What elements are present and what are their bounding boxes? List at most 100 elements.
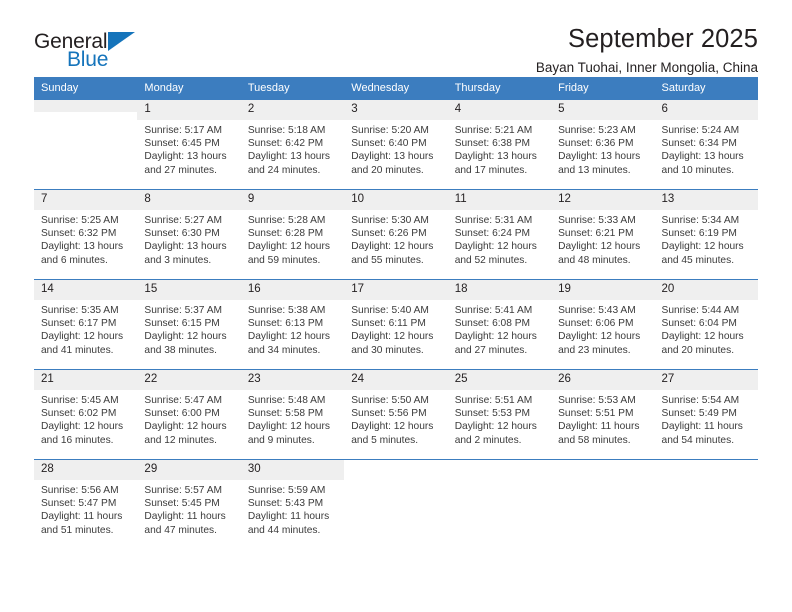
calendar-day-cell[interactable]: 10 Sunrise: 5:30 AM Sunset: 6:26 PM Dayligh… bbox=[344, 189, 448, 280]
daylight-text: Daylight: 11 hours bbox=[41, 511, 123, 523]
daylight-text: and 20 minutes. bbox=[661, 344, 735, 356]
day-number bbox=[551, 460, 655, 472]
daylight-text: and 41 minutes. bbox=[41, 344, 114, 356]
calendar-week-row: 14 Sunrise: 5:35 AM Sunset: 6:17 PM Dayligh… bbox=[34, 279, 758, 370]
daylight-text: and 3 minutes. bbox=[144, 254, 212, 266]
sunrise-text: Sunrise: 5:51 AM bbox=[454, 394, 533, 406]
calendar-day-cell[interactable]: 23 Sunrise: 5:48 AM Sunset: 5:58 PM Dayligh… bbox=[240, 369, 345, 460]
day-sun-info: Sunrise: 5:56 AM Sunset: 5:47 PM Daylight:… bbox=[34, 480, 137, 538]
day-number: 10 bbox=[344, 190, 448, 210]
day-sun-info: Sunrise: 5:50 AM Sunset: 5:56 PM Daylight:… bbox=[344, 390, 447, 448]
daylight-text: Daylight: 13 hours bbox=[247, 151, 330, 163]
calendar-day-cell[interactable]: 24 Sunrise: 5:50 AM Sunset: 5:56 PM Dayligh… bbox=[344, 369, 448, 460]
sunset-text: Sunset: 6:04 PM bbox=[661, 318, 737, 330]
day-sun-info: Sunrise: 5:41 AM Sunset: 6:08 PM Daylight:… bbox=[448, 300, 551, 358]
day-sun-info: Sunrise: 5:20 AM Sunset: 6:40 PM Daylight:… bbox=[344, 120, 447, 178]
calendar-day-cell[interactable]: 2 Sunrise: 5:18 AM Sunset: 6:42 PM Daylight… bbox=[240, 99, 345, 190]
calendar-day-cell[interactable]: 6 Sunrise: 5:24 AM Sunset: 6:34 PM Daylight… bbox=[654, 99, 758, 190]
day-number: 26 bbox=[551, 370, 655, 390]
weekday-header-monday: Monday bbox=[137, 77, 241, 100]
daylight-text: Daylight: 11 hours bbox=[661, 421, 743, 433]
weekday-header-tuesday: Tuesday bbox=[240, 77, 345, 100]
daylight-text: and 55 minutes. bbox=[351, 254, 424, 266]
calendar-day-cell[interactable]: 8 Sunrise: 5:27 AM Sunset: 6:30 PM Daylight… bbox=[137, 189, 241, 280]
calendar-day-cell[interactable]: 5 Sunrise: 5:23 AM Sunset: 6:36 PM Daylight… bbox=[551, 99, 655, 190]
calendar-day-cell[interactable]: 1 Sunrise: 5:17 AM Sunset: 6:45 PM Daylight… bbox=[137, 99, 241, 190]
calendar-day-cell[interactable]: 15 Sunrise: 5:37 AM Sunset: 6:15 PM Dayligh… bbox=[137, 279, 241, 370]
calendar-day-cell[interactable]: 12 Sunrise: 5:33 AM Sunset: 6:21 PM Dayligh… bbox=[551, 189, 655, 280]
sunset-text: Sunset: 6:42 PM bbox=[247, 138, 324, 150]
sunrise-text: Sunrise: 5:23 AM bbox=[558, 124, 636, 136]
day-cell-inner: 15 Sunrise: 5:37 AM Sunset: 6:15 PM Dayligh… bbox=[137, 280, 241, 369]
daylight-text: Daylight: 12 hours bbox=[247, 241, 330, 253]
calendar-day-cell[interactable]: 11 Sunrise: 5:31 AM Sunset: 6:24 PM Dayligh… bbox=[447, 189, 552, 280]
calendar-day-cell[interactable]: 17 Sunrise: 5:40 AM Sunset: 6:11 PM Dayligh… bbox=[344, 279, 448, 370]
day-sun-info: Sunrise: 5:40 AM Sunset: 6:11 PM Daylight:… bbox=[344, 300, 447, 358]
day-cell-inner: 17 Sunrise: 5:40 AM Sunset: 6:11 PM Dayligh… bbox=[344, 280, 448, 369]
daylight-text: Daylight: 12 hours bbox=[41, 421, 124, 433]
day-sun-info: Sunrise: 5:33 AM Sunset: 6:21 PM Daylight:… bbox=[551, 210, 654, 268]
day-cell-inner: 25 Sunrise: 5:51 AM Sunset: 5:53 PM Dayligh… bbox=[447, 370, 552, 459]
day-number: 6 bbox=[654, 100, 758, 120]
day-sun-info: Sunrise: 5:17 AM Sunset: 6:45 PM Daylight:… bbox=[137, 120, 240, 178]
calendar-day-cell[interactable]: 18 Sunrise: 5:41 AM Sunset: 6:08 PM Dayligh… bbox=[447, 279, 552, 370]
calendar-day-cell[interactable]: 3 Sunrise: 5:20 AM Sunset: 6:40 PM Daylight… bbox=[344, 99, 448, 190]
daylight-text: and 6 minutes. bbox=[41, 254, 108, 266]
day-number: 27 bbox=[654, 370, 758, 390]
sunrise-text: Sunrise: 5:57 AM bbox=[144, 484, 223, 496]
daylight-text: Daylight: 12 hours bbox=[247, 331, 330, 343]
calendar-day-cell[interactable]: 16 Sunrise: 5:38 AM Sunset: 6:13 PM Dayligh… bbox=[240, 279, 345, 370]
day-number bbox=[654, 460, 758, 472]
calendar-day-cell[interactable]: 20 Sunrise: 5:44 AM Sunset: 6:04 PM Dayligh… bbox=[654, 279, 758, 370]
sunset-text: Sunset: 6:21 PM bbox=[558, 228, 634, 240]
sunset-text: Sunset: 6:00 PM bbox=[144, 408, 220, 420]
day-cell-inner: 6 Sunrise: 5:24 AM Sunset: 6:34 PM Daylight… bbox=[654, 100, 758, 189]
calendar-day-cell[interactable]: 27 Sunrise: 5:54 AM Sunset: 5:49 PM Dayligh… bbox=[654, 369, 758, 460]
calendar-day-cell[interactable]: 29 Sunrise: 5:57 AM Sunset: 5:45 PM Dayligh… bbox=[137, 459, 241, 549]
day-cell-inner: 2 Sunrise: 5:18 AM Sunset: 6:42 PM Daylight… bbox=[240, 100, 345, 189]
day-sun-info: Sunrise: 5:24 AM Sunset: 6:34 PM Daylight:… bbox=[655, 120, 758, 178]
calendar-day-cell[interactable]: 13 Sunrise: 5:34 AM Sunset: 6:19 PM Dayligh… bbox=[654, 189, 758, 280]
day-sun-info: Sunrise: 5:27 AM Sunset: 6:30 PM Daylight:… bbox=[137, 210, 240, 268]
day-sun-info: Sunrise: 5:47 AM Sunset: 6:00 PM Daylight:… bbox=[137, 390, 240, 448]
calendar-day-cell[interactable]: 14 Sunrise: 5:35 AM Sunset: 6:17 PM Dayligh… bbox=[34, 279, 138, 370]
general-blue-logo[interactable]: General Blue bbox=[34, 26, 154, 80]
daylight-text: Daylight: 13 hours bbox=[454, 151, 537, 163]
calendar-day-cell[interactable]: 30 Sunrise: 5:59 AM Sunset: 5:43 PM Dayligh… bbox=[240, 459, 345, 549]
day-cell-inner: 24 Sunrise: 5:50 AM Sunset: 5:56 PM Dayligh… bbox=[344, 370, 448, 459]
calendar-day-cell[interactable]: 7 Sunrise: 5:25 AM Sunset: 6:32 PM Daylight… bbox=[34, 189, 138, 280]
calendar-day-cell[interactable]: 26 Sunrise: 5:53 AM Sunset: 5:51 PM Dayligh… bbox=[551, 369, 655, 460]
triangle-icon bbox=[108, 32, 135, 51]
day-cell-inner: 21 Sunrise: 5:45 AM Sunset: 6:02 PM Dayligh… bbox=[34, 370, 138, 459]
calendar-day-cell[interactable]: 25 Sunrise: 5:51 AM Sunset: 5:53 PM Dayligh… bbox=[447, 369, 552, 460]
sunset-text: Sunset: 6:40 PM bbox=[351, 138, 427, 150]
day-cell-inner: 13 Sunrise: 5:34 AM Sunset: 6:19 PM Dayligh… bbox=[654, 190, 758, 279]
day-cell-inner: 22 Sunrise: 5:47 AM Sunset: 6:00 PM Dayligh… bbox=[137, 370, 241, 459]
sunset-text: Sunset: 6:08 PM bbox=[454, 318, 531, 330]
day-number bbox=[447, 460, 552, 472]
daylight-text: Daylight: 12 hours bbox=[351, 331, 434, 343]
daylight-text: Daylight: 12 hours bbox=[558, 331, 641, 343]
daylight-text: Daylight: 13 hours bbox=[351, 151, 434, 163]
day-number: 16 bbox=[240, 280, 345, 300]
sunset-text: Sunset: 6:26 PM bbox=[351, 228, 427, 240]
sunset-text: Sunset: 5:49 PM bbox=[661, 408, 737, 420]
day-number: 3 bbox=[344, 100, 448, 120]
calendar-day-cell[interactable]: 22 Sunrise: 5:47 AM Sunset: 6:00 PM Dayligh… bbox=[137, 369, 241, 460]
daylight-text: Daylight: 12 hours bbox=[661, 331, 744, 343]
calendar-day-cell[interactable]: 19 Sunrise: 5:43 AM Sunset: 6:06 PM Dayligh… bbox=[551, 279, 655, 370]
day-sun-info: Sunrise: 5:21 AM Sunset: 6:38 PM Daylight:… bbox=[448, 120, 551, 178]
day-cell-inner: 26 Sunrise: 5:53 AM Sunset: 5:51 PM Dayligh… bbox=[551, 370, 655, 459]
calendar-day-cell[interactable]: 9 Sunrise: 5:28 AM Sunset: 6:28 PM Daylight… bbox=[240, 189, 345, 280]
calendar-day-cell[interactable]: 28 Sunrise: 5:56 AM Sunset: 5:47 PM Dayligh… bbox=[34, 459, 138, 549]
logo-text-blue: Blue bbox=[67, 48, 109, 71]
page-title: September 2025 bbox=[568, 25, 758, 53]
day-cell-inner: 20 Sunrise: 5:44 AM Sunset: 6:04 PM Dayligh… bbox=[654, 280, 758, 369]
sunrise-text: Sunrise: 5:43 AM bbox=[558, 304, 636, 316]
calendar-day-cell[interactable]: 21 Sunrise: 5:45 AM Sunset: 6:02 PM Dayligh… bbox=[34, 369, 138, 460]
daylight-text: Daylight: 12 hours bbox=[247, 421, 330, 433]
day-sun-info: Sunrise: 5:48 AM Sunset: 5:58 PM Daylight:… bbox=[241, 390, 344, 448]
sunset-text: Sunset: 6:17 PM bbox=[41, 318, 117, 330]
calendar-day-cell[interactable]: 4 Sunrise: 5:21 AM Sunset: 6:38 PM Daylight… bbox=[447, 99, 552, 190]
day-cell-inner: 23 Sunrise: 5:48 AM Sunset: 5:58 PM Dayligh… bbox=[240, 370, 345, 459]
